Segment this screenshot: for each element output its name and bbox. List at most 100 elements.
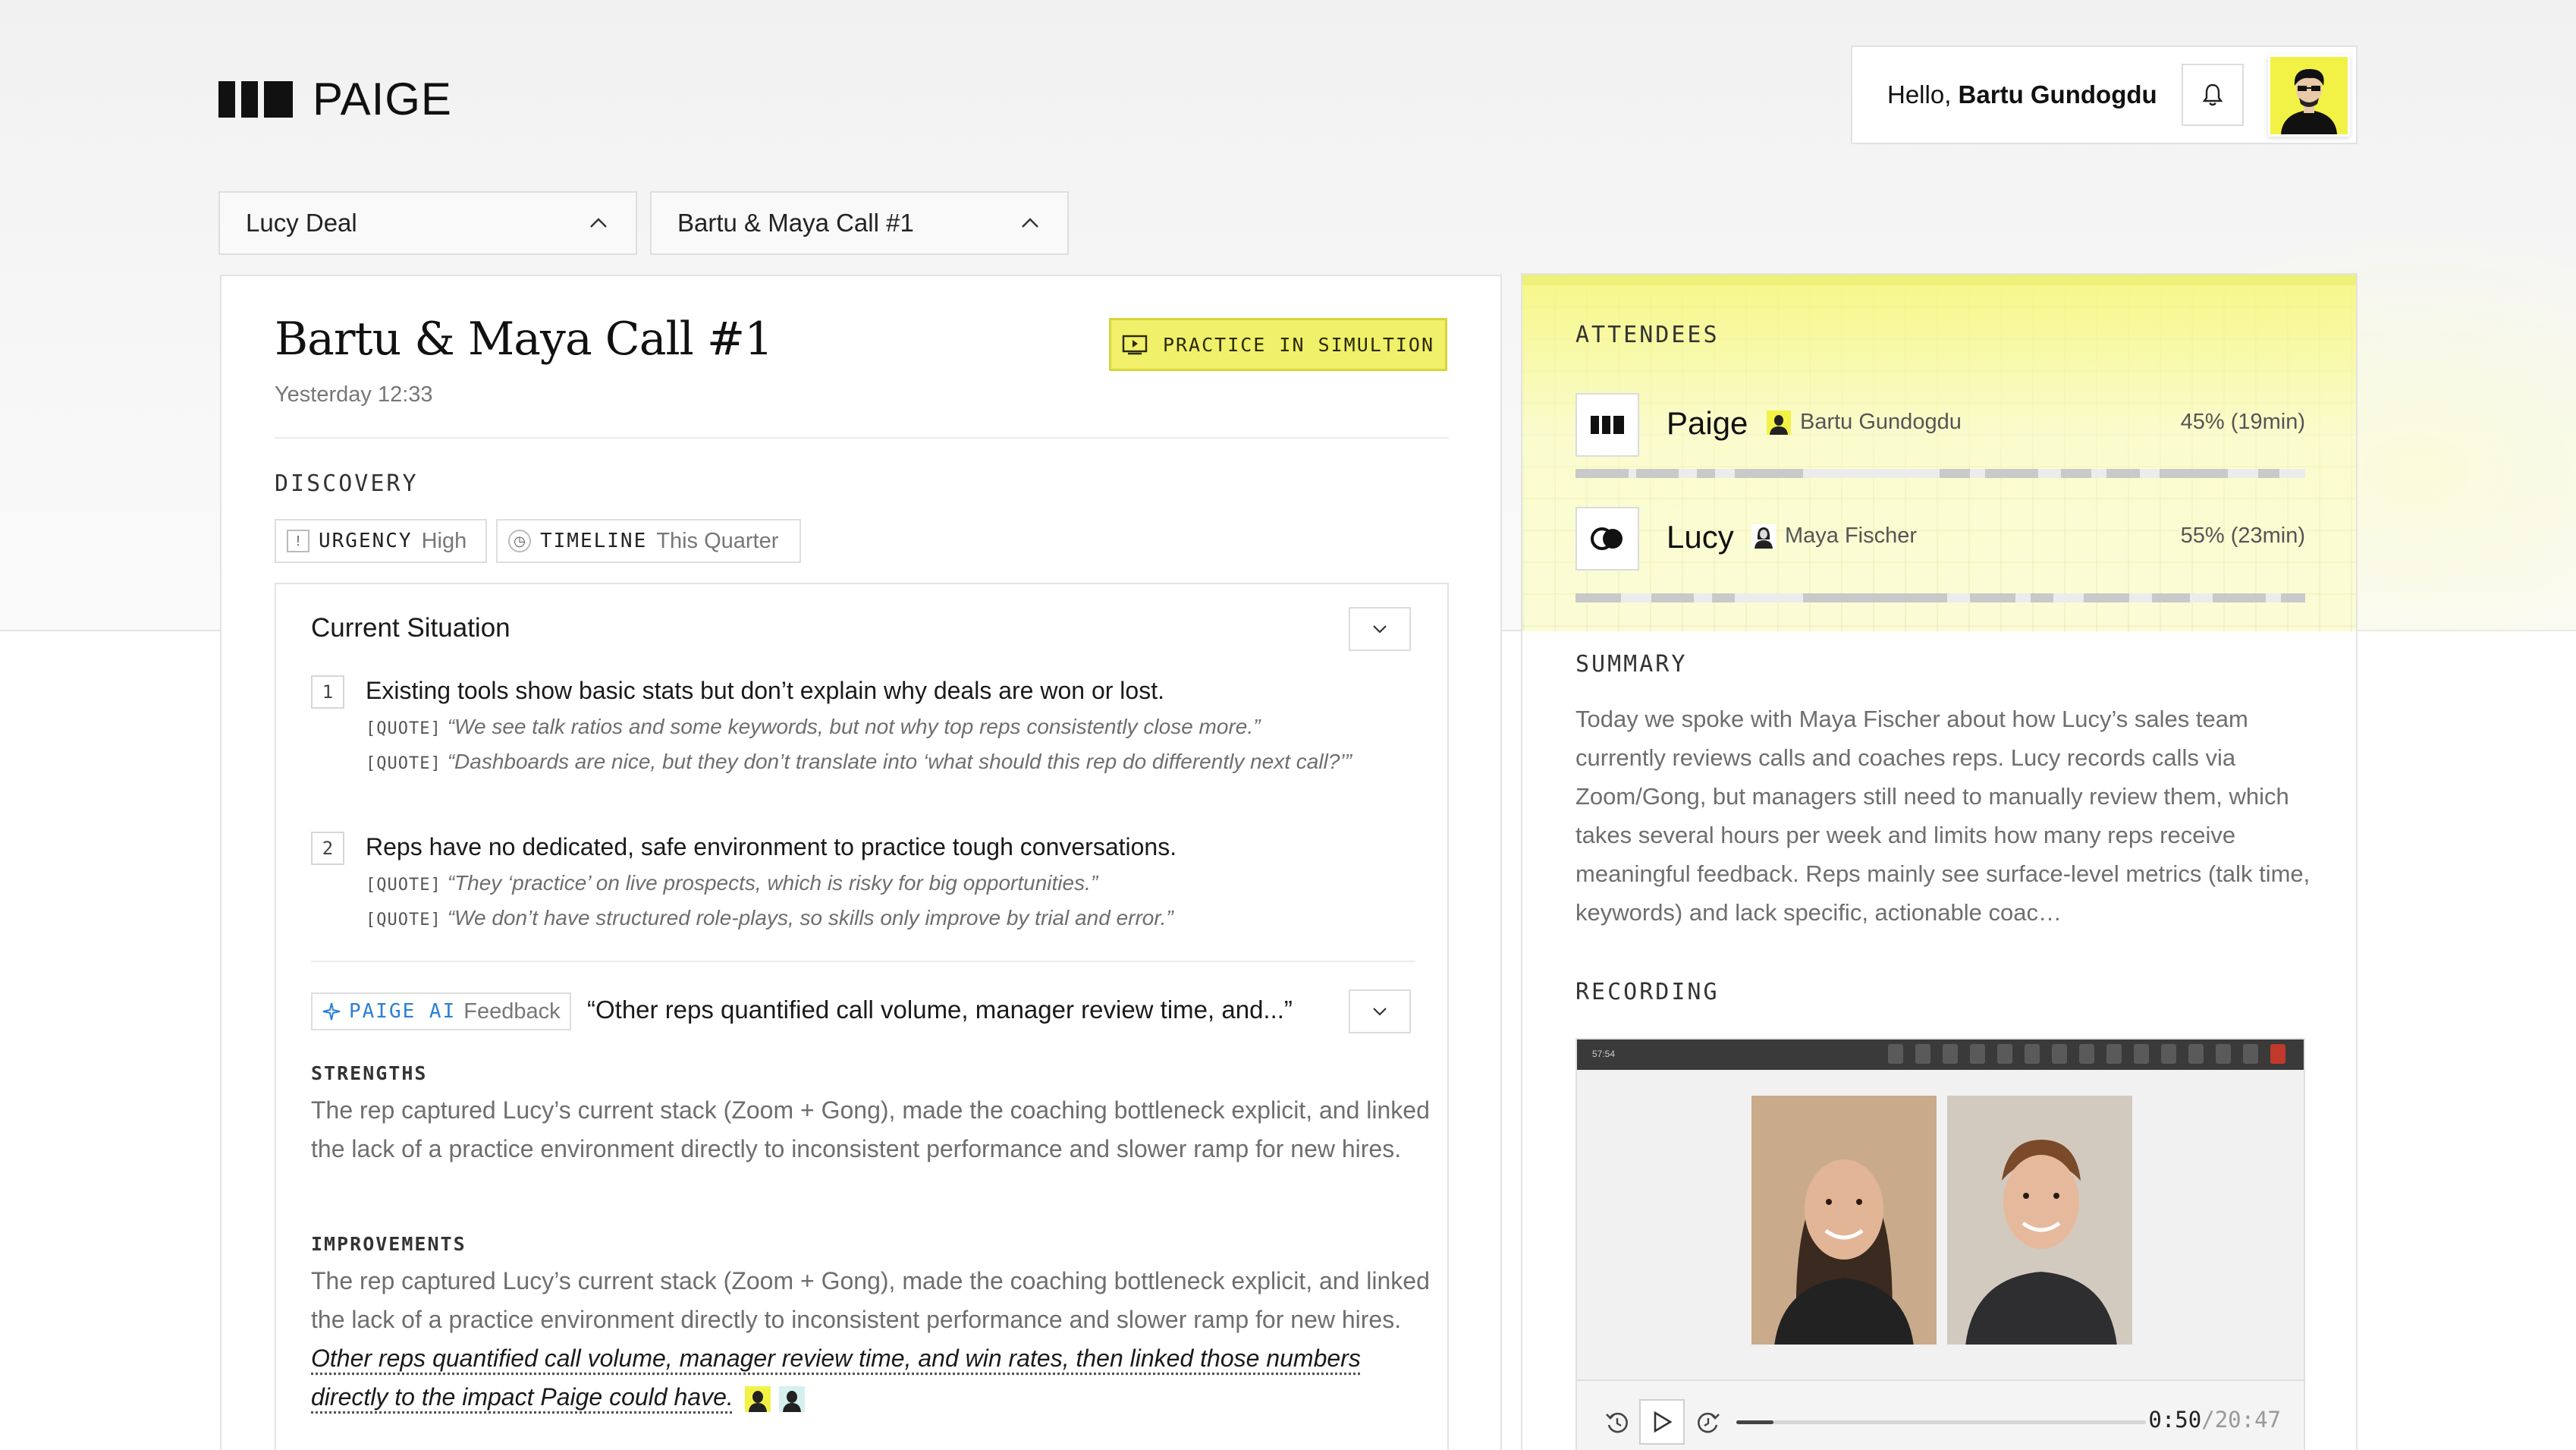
urgency-tag: ! URGENCY High [275, 519, 487, 563]
total-duration: 20:47 [2215, 1407, 2281, 1433]
chevron-down-icon [1371, 1006, 1388, 1017]
brand-logo[interactable]: PAIGE [218, 73, 452, 125]
user-box: Hello, Bartu Gundogdu [1851, 46, 2358, 144]
quote-text: “We don’t have structured role-plays, so… [448, 906, 1173, 929]
logo-mark-icon [218, 81, 293, 118]
meeting-toolbar-icons [1888, 1044, 2285, 1064]
call-details-panel: Bartu & Maya Call #1 Yesterday 12:33 PRA… [220, 275, 1502, 1450]
practice-in-simulation-button[interactable]: PRACTICE IN SIMULTION [1109, 318, 1447, 371]
call-title: Bartu & Maya Call #1 [275, 313, 772, 366]
play-button[interactable] [1639, 1399, 1685, 1445]
time-separator: / [2201, 1407, 2214, 1433]
talk-time-bar-lucy [1575, 593, 2305, 602]
playback-time: 0:50/20:47 [2148, 1407, 2281, 1433]
recording-player[interactable]: 57:54 0:50/20:47 [1575, 1038, 2305, 1450]
summary-text: Today we spoke with Maya Fischer about h… [1575, 700, 2311, 932]
attendee-person-name: Maya Fischer [1785, 524, 1917, 549]
chevron-up-icon [589, 217, 608, 229]
chevron-up-icon [1020, 217, 1040, 229]
quote-key: [QUOTE] [366, 876, 441, 895]
item-number: 2 [311, 832, 344, 865]
paige-logo-icon [1575, 393, 1639, 457]
call-selector-value: Bartu & Maya Call #1 [677, 209, 914, 237]
call-date: Yesterday 12:33 [275, 382, 433, 407]
user-name: Bartu Gundogdu [1959, 80, 2157, 109]
sparkle-icon [322, 1002, 341, 1021]
attendee-company: Lucy [1667, 519, 1734, 555]
participant-video-maya [1751, 1096, 1937, 1345]
urgency-value: High [422, 529, 467, 554]
improvements-text: The rep captured Lucy’s current stack (Z… [311, 1267, 1430, 1333]
clock-icon: ◷ [508, 530, 531, 552]
strengths-label: STRENGTHS [311, 1062, 427, 1084]
forward-button[interactable] [1689, 1404, 1727, 1442]
attendees-label: ATTENDEES [1575, 322, 1720, 348]
avatar-icon [779, 1386, 805, 1412]
summary-label: SUMMARY [1575, 651, 1687, 678]
timeline-value: This Quarter [656, 529, 778, 554]
ai-key: PAIGE AI [349, 1000, 456, 1023]
attendees-top-accent [1522, 275, 2358, 285]
quote-line: [QUOTE] “We see talk ratios and some keyw… [366, 710, 1420, 746]
current-time: 0:50 [2148, 1407, 2201, 1433]
urgency-key: URGENCY [319, 530, 413, 552]
attendee-row-paige[interactable]: Paige Bartu Gundogdu 45% (19min) [1575, 393, 2305, 457]
quote-line: [QUOTE] “Dashboards are nice, but they do… [366, 745, 1420, 781]
quote-line: [QUOTE] “They ‘practice’ on live prospect… [366, 867, 1420, 902]
user-avatar[interactable] [2268, 55, 2350, 137]
quote-line: [QUOTE] “We don’t have structured role-pl… [366, 901, 1420, 937]
quote-text: “They ‘practice’ on live prospects, whic… [448, 871, 1098, 895]
quote-text: “We see talk ratios and some keywords, b… [448, 715, 1261, 738]
participant-video-bartu [1947, 1096, 2132, 1345]
playback-progress-bar[interactable] [1736, 1420, 2146, 1424]
bell-icon [2201, 83, 2224, 107]
notifications-button[interactable] [2182, 64, 2244, 126]
improvements-paragraph: The rep captured Lucy’s current stack (Z… [311, 1262, 1434, 1417]
strengths-text: The rep captured Lucy’s current stack (Z… [311, 1091, 1434, 1168]
quote-key: [QUOTE] [366, 911, 441, 929]
discovery-label: DISCOVERY [275, 470, 419, 497]
attendee-person-name: Bartu Gundogdu [1800, 410, 1962, 435]
quote-key: [QUOTE] [366, 719, 441, 738]
item-text: Existing tools show basic stats but don’… [366, 677, 1412, 705]
timeline-key: TIMELINE [540, 530, 647, 552]
ai-label: Feedback [463, 999, 560, 1024]
person-avatar-icon [1767, 410, 1791, 435]
quote-text: “Dashboards are nice, but they don’t tra… [448, 750, 1352, 773]
rewind-button[interactable] [1598, 1404, 1636, 1442]
person-avatar-icon [1751, 524, 1776, 549]
attendee-talk-share: 55% (23min) [2181, 524, 2305, 549]
divider [311, 961, 1415, 962]
play-icon [1651, 1411, 1673, 1433]
avatar-icon [745, 1386, 771, 1412]
item-text: Reps have no dedicated, safe environment… [366, 833, 1412, 861]
greeting-prefix: Hello, [1887, 80, 1951, 109]
attendee-company: Paige [1667, 405, 1748, 442]
paige-ai-feedback-tag: PAIGE AI Feedback [311, 992, 571, 1030]
talk-time-bar-paige [1575, 469, 2305, 478]
current-situation-card: Current Situation 1 Existing tools show … [275, 583, 1449, 1450]
expand-feedback-button[interactable] [1349, 989, 1411, 1033]
collapse-situation-button[interactable] [1349, 607, 1411, 651]
improvements-label: IMPROVEMENTS [311, 1233, 467, 1255]
attendee-person: Maya Fischer [1751, 524, 1917, 549]
divider [275, 437, 1449, 439]
avatar-icon [2270, 57, 2348, 134]
call-selector[interactable]: Bartu & Maya Call #1 [650, 191, 1069, 255]
attendee-row-lucy[interactable]: Lucy Maya Fischer 55% (23min) [1575, 507, 2305, 571]
recording-label: RECORDING [1575, 979, 1720, 1005]
lucy-logo-icon [1575, 507, 1639, 571]
chevron-down-icon [1371, 624, 1388, 634]
attendee-talk-share: 45% (19min) [2181, 410, 2305, 435]
user-greeting: Hello, Bartu Gundogdu [1887, 80, 2157, 109]
call-sidebar-panel: ATTENDEES Paige Bartu Gundogdu 45% (19mi… [1521, 273, 2358, 1450]
attendee-person: Bartu Gundogdu [1767, 410, 1962, 435]
meeting-time: 57:54 [1592, 1049, 1615, 1059]
deal-selector-value: Lucy Deal [246, 209, 357, 237]
forward-icon [1695, 1410, 1721, 1436]
quote-key: [QUOTE] [366, 754, 441, 773]
current-situation-title: Current Situation [311, 613, 510, 643]
playback-progress-fill [1736, 1420, 1773, 1424]
deal-selector[interactable]: Lucy Deal [218, 191, 637, 255]
item-number: 1 [311, 675, 344, 709]
